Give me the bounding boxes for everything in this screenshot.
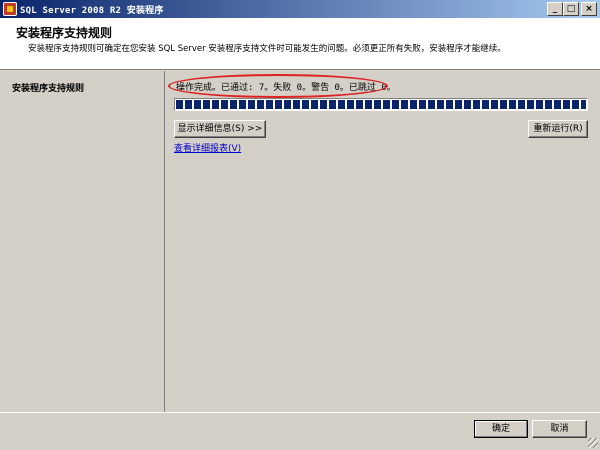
- sidebar: 安装程序支持规则: [0, 71, 165, 412]
- main-content: 操作完成。已通过: 7。失败 0。警告 0。已跳过 0。 显示详细信息(S) >…: [166, 71, 600, 412]
- sidebar-item-support-rules[interactable]: 安装程序支持规则: [12, 81, 84, 94]
- ok-button[interactable]: 确定: [474, 420, 528, 438]
- view-report-link[interactable]: 查看详细报表(V): [174, 141, 241, 154]
- title-bar[interactable]: SQL Server 2008 R2 安装程序 _ □ ×: [0, 0, 600, 18]
- annotation-ellipse: [168, 74, 388, 98]
- maximize-button[interactable]: □: [563, 2, 579, 16]
- page-description: 安装程序支持规则可确定在您安装 SQL Server 安装程序支持文件时可能发生…: [28, 44, 506, 54]
- progress-fill: [176, 100, 586, 109]
- show-details-button[interactable]: 显示详细信息(S) >>: [174, 120, 266, 138]
- page-title: 安装程序支持规则: [16, 26, 113, 40]
- resize-grip[interactable]: [588, 438, 598, 448]
- rerun-button[interactable]: 重新运行(R): [528, 120, 588, 138]
- close-button[interactable]: ×: [581, 2, 597, 16]
- app-icon: [3, 2, 17, 16]
- cancel-button[interactable]: 取消: [532, 420, 587, 438]
- page-header: 安装程序支持规则 安装程序支持规则可确定在您安装 SQL Server 安装程序…: [0, 18, 600, 70]
- window-title: SQL Server 2008 R2 安装程序: [20, 6, 164, 16]
- progress-bar: [174, 98, 588, 111]
- minimize-button[interactable]: _: [547, 2, 563, 16]
